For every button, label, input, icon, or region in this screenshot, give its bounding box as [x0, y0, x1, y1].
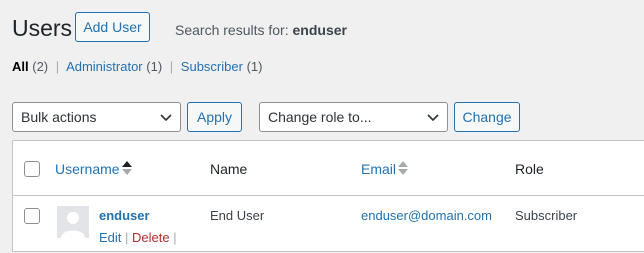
- change-role-value: Change role to...: [268, 109, 372, 125]
- table-header: Username Name Email Role: [13, 141, 644, 196]
- sort-arrows-icon[interactable]: [398, 161, 408, 175]
- column-username[interactable]: Username: [55, 161, 120, 177]
- avatar: [57, 206, 89, 238]
- filter-all-count: (2): [32, 59, 49, 74]
- role-cell: Subscriber: [515, 208, 578, 223]
- sort-arrows-icon[interactable]: [122, 161, 132, 175]
- chevron-down-icon: [160, 114, 172, 122]
- table-row: enduser Edit | Delete | End User enduser…: [13, 196, 644, 253]
- role-filter-links: All (2) | Administrator (1) | Subscriber…: [12, 59, 262, 74]
- bulk-actions-select[interactable]: Bulk actions: [12, 102, 181, 132]
- page-title: Users: [12, 15, 73, 41]
- username-link[interactable]: enduser: [99, 208, 150, 223]
- change-role-select[interactable]: Change role to...: [259, 102, 448, 132]
- delete-link[interactable]: Delete: [132, 230, 170, 245]
- chevron-down-icon: [427, 114, 439, 122]
- filter-administrator-count: (1): [146, 59, 163, 74]
- apply-button[interactable]: Apply: [187, 102, 242, 132]
- add-user-button[interactable]: Add User: [75, 12, 150, 42]
- filter-subscriber-count: (1): [246, 59, 263, 74]
- row-checkbox[interactable]: [24, 208, 40, 224]
- edit-link[interactable]: Edit: [99, 230, 121, 245]
- user-name-cell: End User: [210, 208, 265, 223]
- search-term: enduser: [292, 22, 347, 38]
- filter-separator: |: [55, 59, 60, 74]
- column-role: Role: [515, 161, 544, 177]
- users-table: Username Name Email Role enduser Edit | …: [12, 140, 644, 252]
- search-results-prefix: Search results for:: [175, 22, 293, 38]
- column-name: Name: [210, 161, 248, 177]
- filter-administrator[interactable]: Administrator: [66, 59, 143, 74]
- row-action-separator: |: [173, 230, 177, 245]
- email-link[interactable]: enduser@domain.com: [361, 208, 492, 223]
- row-actions: Edit | Delete |: [99, 230, 177, 245]
- bulk-actions-value: Bulk actions: [21, 109, 97, 125]
- column-email[interactable]: Email: [361, 161, 396, 177]
- filter-separator: |: [169, 59, 174, 74]
- select-all-checkbox[interactable]: [24, 161, 40, 177]
- row-action-separator: |: [125, 230, 129, 245]
- filter-all[interactable]: All: [12, 59, 29, 74]
- change-button[interactable]: Change: [454, 102, 520, 132]
- filter-subscriber[interactable]: Subscriber: [181, 59, 243, 74]
- search-results-text: Search results for: enduser: [175, 22, 347, 38]
